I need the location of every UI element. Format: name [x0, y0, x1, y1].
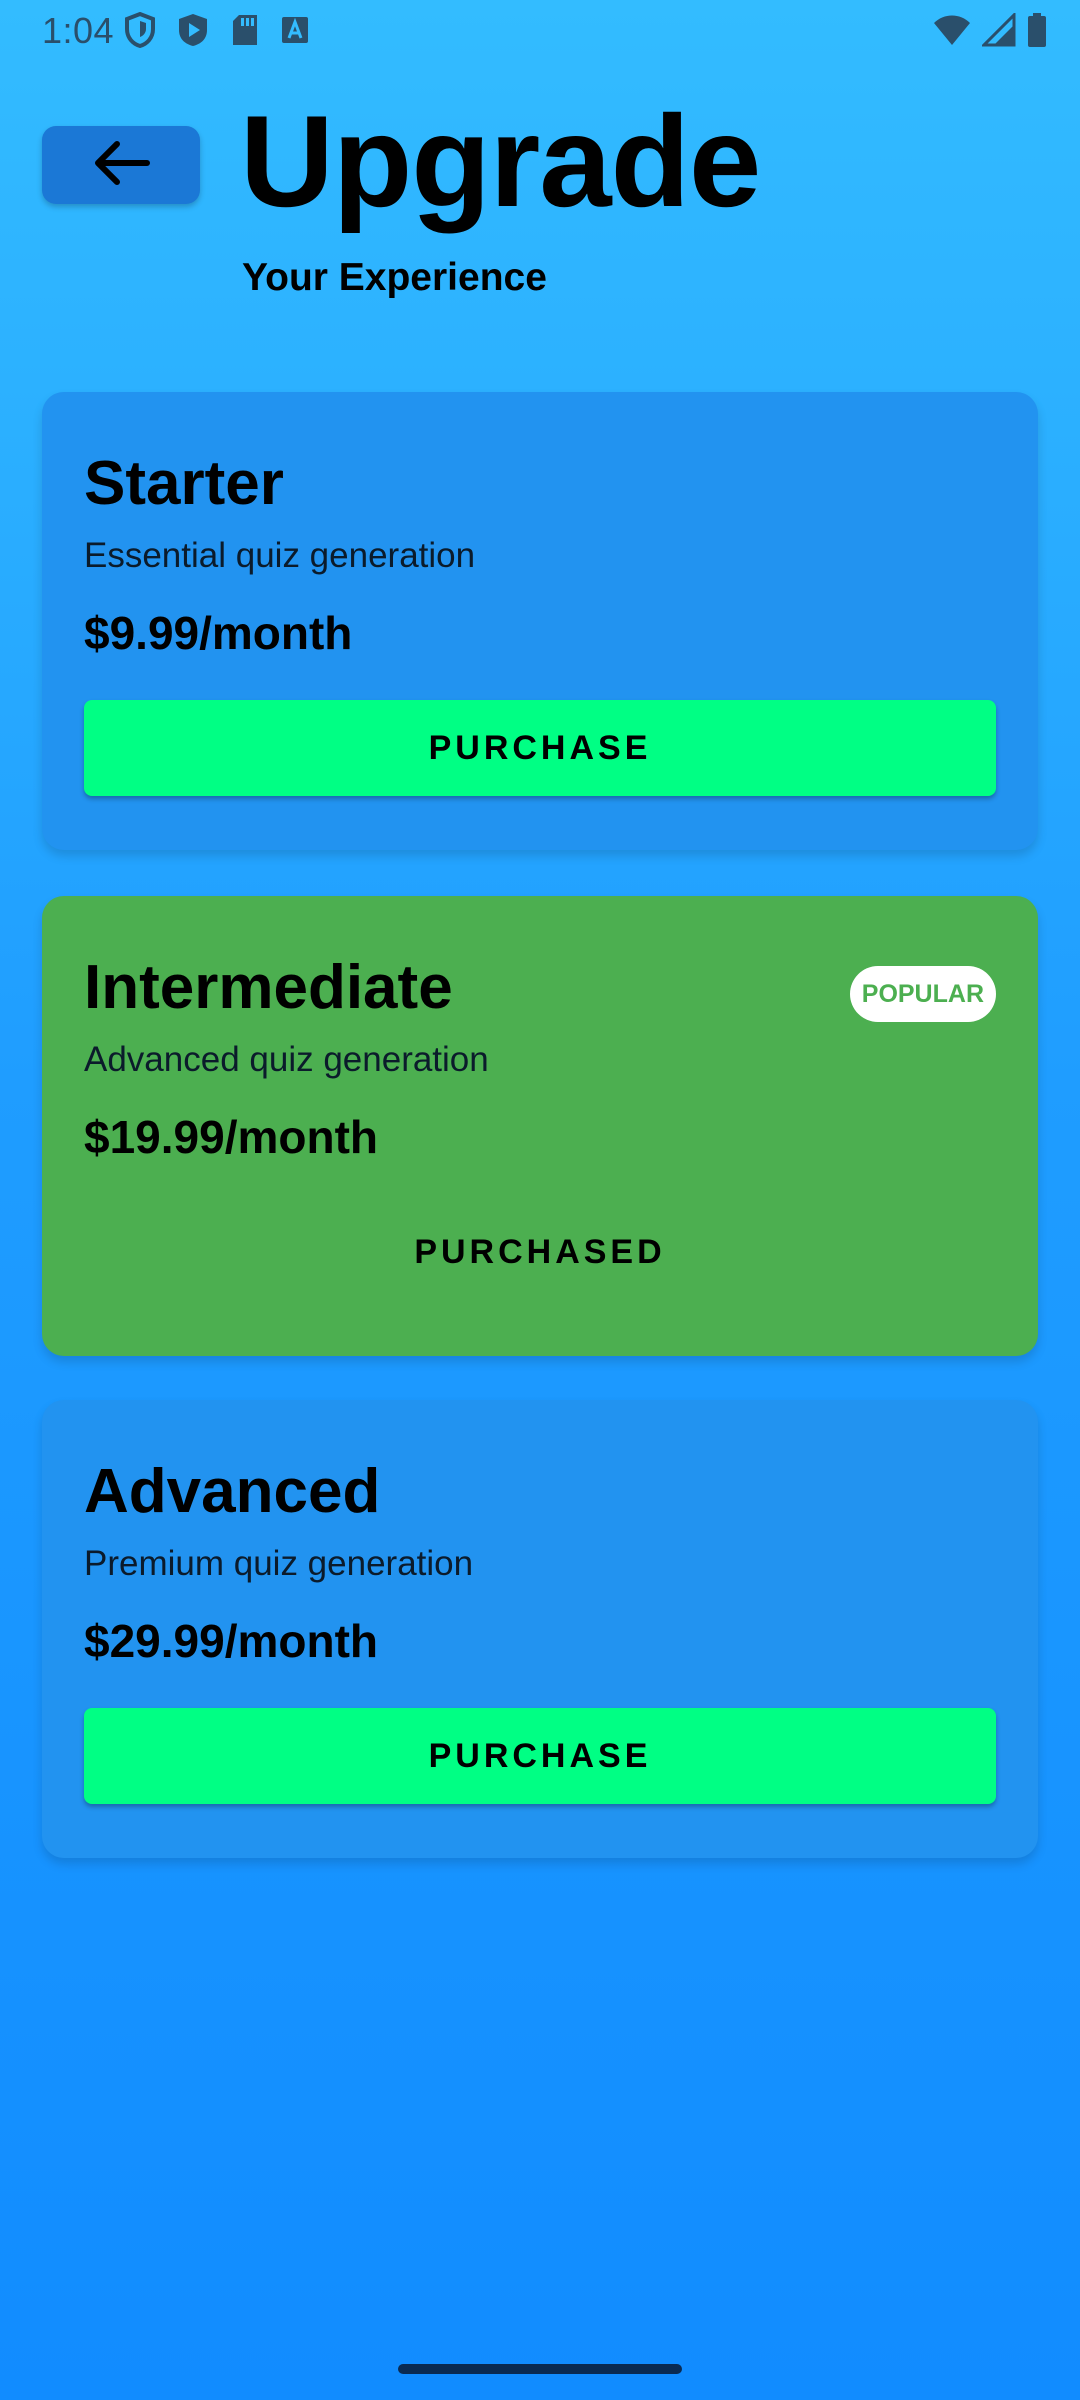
- purchase-button-advanced[interactable]: PURCHASE: [84, 1708, 996, 1804]
- status-bar: 1:04: [0, 0, 1080, 64]
- plan-card-advanced: Advanced Premium quiz generation $29.99/…: [42, 1400, 1038, 1858]
- play-store-icon: [176, 12, 210, 48]
- plan-description: Essential quiz generation: [84, 536, 476, 575]
- plan-price: $19.99/month: [84, 1111, 378, 1163]
- cell-signal-icon: [980, 11, 1016, 52]
- status-time: 1:04: [42, 10, 115, 51]
- wifi-icon: [932, 13, 972, 52]
- back-button[interactable]: [42, 126, 200, 204]
- shield-icon: [124, 12, 156, 48]
- plan-description: Advanced quiz generation: [84, 1040, 489, 1079]
- page-subtitle: Your Experience: [242, 256, 547, 299]
- arrow-left-icon: [91, 139, 151, 192]
- sd-card-icon: [230, 13, 260, 47]
- page-title: Upgrade: [240, 88, 761, 234]
- plan-price: $9.99/month: [84, 607, 353, 659]
- plan-name: Starter: [84, 449, 284, 518]
- status-icons-left: [124, 12, 310, 48]
- battery-icon: [1026, 12, 1048, 53]
- popular-badge: POPULAR: [849, 966, 996, 1022]
- purchase-button-starter[interactable]: PURCHASE: [84, 700, 996, 796]
- plan-card-starter: Starter Essential quiz generation $9.99/…: [42, 392, 1038, 850]
- plan-name: Advanced: [84, 1457, 381, 1526]
- plan-description: Premium quiz generation: [84, 1544, 474, 1583]
- font-a-icon: [280, 14, 310, 46]
- plan-card-intermediate: Intermediate POPULAR Advanced quiz gener…: [42, 896, 1038, 1356]
- plan-price: $29.99/month: [84, 1615, 378, 1667]
- plan-name: Intermediate: [84, 953, 453, 1022]
- status-icons-right: [932, 11, 1048, 53]
- purchased-status: PURCHASED: [414, 1232, 666, 1271]
- gesture-nav-handle[interactable]: [398, 2364, 682, 2374]
